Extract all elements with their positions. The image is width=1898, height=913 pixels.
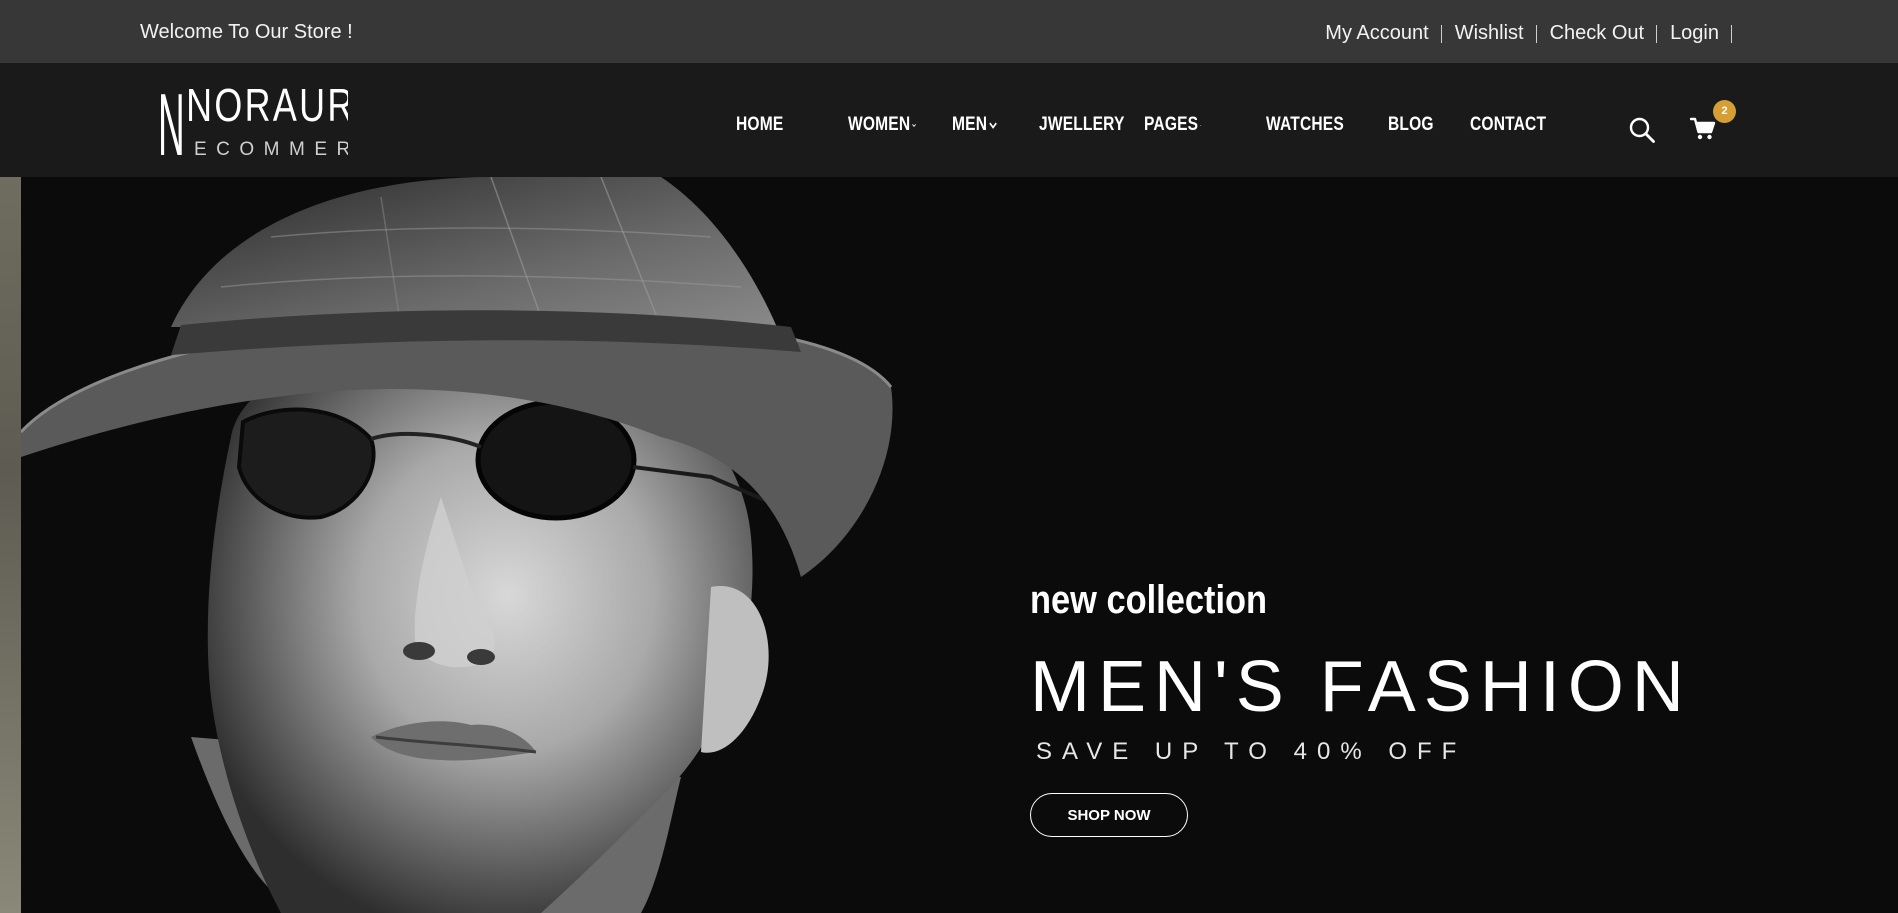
cart-count-badge: 2 xyxy=(1713,100,1736,123)
hero-model-image xyxy=(21,177,1121,913)
main-nav: HOME WOMEN MEN JWELLERY PAGES WATCHES BL… xyxy=(736,114,1546,136)
logo-sub-text: ECOMMERCE xyxy=(194,139,348,160)
wishlist-label[interactable]: Wishlist xyxy=(1455,22,1524,45)
my-account-link[interactable]: My Account xyxy=(1325,22,1454,45)
nav-item-women[interactable]: WOMEN xyxy=(848,114,916,136)
link-separator xyxy=(1656,24,1658,43)
my-account-label[interactable]: My Account xyxy=(1325,22,1428,45)
nav-item-men[interactable]: MEN xyxy=(952,114,997,136)
nav-label[interactable]: MEN xyxy=(952,114,987,136)
link-separator xyxy=(1440,24,1442,43)
chevron-down-icon xyxy=(989,122,997,129)
hero-edge-strip xyxy=(0,177,21,913)
login-link[interactable]: Login xyxy=(1670,22,1732,45)
main-header: N NORAURE ECOMMERCE HOME WOMEN MEN JWELL… xyxy=(0,63,1898,177)
logo-main-text: NORAURE xyxy=(186,81,348,131)
shop-now-button[interactable]: SHOP NOW xyxy=(1030,793,1188,837)
svg-text:N: N xyxy=(158,81,185,161)
nav-label[interactable]: BLOG xyxy=(1388,114,1434,136)
nav-label[interactable]: PAGES xyxy=(1144,114,1198,136)
nav-label[interactable]: JWELLERY xyxy=(1039,114,1125,136)
hero-banner: new collection MEN'S FASHION SAVE UP TO … xyxy=(0,177,1898,913)
nav-item-watches[interactable]: WATCHES xyxy=(1266,114,1344,136)
nav-item-home[interactable]: HOME xyxy=(736,114,786,136)
top-bar: Welcome To Our Store ! My Account Wishli… xyxy=(0,0,1898,63)
hero-tagline: new collection xyxy=(1030,578,1268,622)
nav-label[interactable]: WOMEN xyxy=(848,114,910,136)
site-logo[interactable]: N NORAURE ECOMMERCE xyxy=(158,81,348,161)
checkout-label[interactable]: Check Out xyxy=(1550,22,1644,45)
chevron-down-icon xyxy=(1199,124,1202,126)
hero-subtitle: SAVE UP TO 40% OFF xyxy=(1036,738,1467,765)
nav-item-contact[interactable]: CONTACT xyxy=(1470,114,1546,136)
nav-item-pages[interactable]: PAGES xyxy=(1144,114,1202,136)
checkout-link[interactable]: Check Out xyxy=(1550,22,1670,45)
cart-icon[interactable] xyxy=(1689,117,1716,141)
nav-item-jwellery[interactable]: JWELLERY xyxy=(1039,114,1124,136)
nav-label[interactable]: WATCHES xyxy=(1266,114,1344,136)
account-links: My Account Wishlist Check Out Login xyxy=(1325,22,1732,45)
nav-item-blog[interactable]: BLOG xyxy=(1388,114,1434,136)
nav-label[interactable]: CONTACT xyxy=(1470,114,1546,136)
chevron-down-icon xyxy=(912,123,916,127)
login-label[interactable]: Login xyxy=(1670,22,1719,45)
link-separator xyxy=(1731,24,1732,43)
link-separator xyxy=(1535,24,1537,43)
nav-label[interactable]: HOME xyxy=(736,114,783,136)
wishlist-link[interactable]: Wishlist xyxy=(1455,22,1550,45)
welcome-text: Welcome To Our Store ! xyxy=(140,21,353,43)
search-icon[interactable] xyxy=(1628,116,1656,144)
hero-title: MEN'S FASHION xyxy=(1030,647,1692,727)
